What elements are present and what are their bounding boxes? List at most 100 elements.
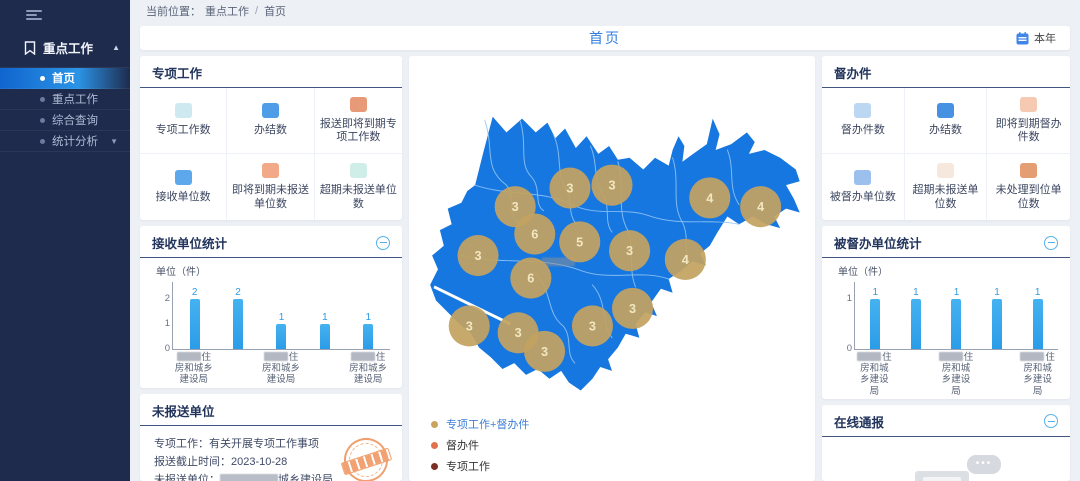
receive-unit-bar-chart: 单位（件） 01222111 住房和城乡建设局住房和城乡建设局住房和城乡建设局 (140, 258, 402, 388)
map-marker[interactable]: 6 (514, 214, 555, 255)
svg-text:3: 3 (475, 248, 482, 263)
special-work-header: 专项工作 (140, 56, 402, 88)
right-column: 督办件 督办件数 办结数 即将到期督办件数 被督办单位数 超期未报送单位数 未处… (822, 56, 1070, 481)
svg-text:4: 4 (706, 190, 713, 205)
bar: 1 (347, 282, 390, 349)
legend-item: 专项工作+督办件 (431, 416, 809, 432)
supervised-unit-chart-header: 被督办单位统计 (822, 226, 1070, 258)
stat-supervise-completed[interactable]: 办结数 (905, 88, 988, 154)
breadcrumb: 当前位置： 重点工作 / 首页 (130, 0, 1080, 22)
sidebar-group-label: 重点工作 (43, 38, 93, 57)
stat-icon (175, 170, 192, 185)
svg-text:3: 3 (629, 301, 636, 316)
collapse-icon[interactable] (1044, 236, 1058, 250)
sidebar-collapse-icon[interactable] (0, 0, 130, 28)
stat-supervise-count[interactable]: 督办件数 (822, 88, 905, 154)
svg-text:3: 3 (515, 325, 522, 340)
bar: 1 (936, 282, 977, 349)
page-title-bar: 首页 本年 (140, 26, 1070, 50)
stat-icon (1020, 163, 1037, 178)
breadcrumb-current[interactable]: 首页 (264, 3, 286, 19)
year-filter-button[interactable]: 本年 (1016, 30, 1056, 46)
sidebar-item-statistics[interactable]: 统计分析 ▼ (0, 131, 130, 152)
stat-due-unreported-count[interactable]: 即将到期未报送单位数 (227, 154, 314, 220)
legend-dot-icon (431, 421, 438, 428)
x-axis-label: 住房和城乡建设局 (259, 352, 303, 386)
stat-icon (1020, 97, 1037, 112)
collapse-icon[interactable] (1044, 414, 1058, 428)
special-work-stats: 专项工作数 办结数 报送即将到期专项工作数 接收单位数 即将到期未报送单位数 超… (140, 88, 402, 220)
map-marker[interactable]: 3 (449, 305, 490, 346)
bar: 1 (1017, 282, 1058, 349)
map-marker[interactable]: 3 (591, 165, 632, 206)
supervise-panel: 督办件 督办件数 办结数 即将到期督办件数 被督办单位数 超期未报送单位数 未处… (822, 56, 1070, 220)
stat-supervise-due-soon[interactable]: 即将到期督办件数 (987, 88, 1070, 154)
province-map[interactable]: 3334465334633333 (415, 60, 809, 412)
stat-unhandled-units[interactable]: 未处理到位单位数 (987, 154, 1070, 220)
svg-text:4: 4 (757, 199, 764, 214)
map-marker[interactable]: 4 (689, 177, 730, 218)
stat-supervise-overdue-unreported[interactable]: 超期未报送单位数 (905, 154, 988, 220)
stat-due-soon-work-count[interactable]: 报送即将到期专项工作数 (315, 88, 402, 154)
empty-state: ••• 暂无数据 (822, 437, 1070, 481)
stat-icon (350, 163, 367, 178)
unreported-units-header: 未报送单位 (140, 394, 402, 426)
x-axis-label (216, 352, 260, 386)
svg-text:3: 3 (608, 178, 615, 193)
svg-text:4: 4 (682, 252, 689, 267)
sidebar-item-home[interactable]: 首页 (0, 68, 130, 89)
map-marker[interactable]: 3 (458, 235, 499, 276)
stat-receive-unit-count[interactable]: 接收单位数 (140, 154, 227, 220)
collapse-icon[interactable] (376, 236, 390, 250)
map-panel: 3334465334633333 专项工作+督办件 督办件 专项工作 (409, 56, 815, 481)
sidebar-group-key-work[interactable]: 重点工作 ▲ (0, 28, 130, 68)
bullet-icon (40, 97, 45, 102)
map-marker[interactable]: 4 (740, 186, 781, 227)
legend-dot-icon (431, 442, 438, 449)
map-marker[interactable]: 4 (665, 239, 706, 280)
bar: 1 (896, 282, 937, 349)
map-marker[interactable]: 5 (559, 221, 600, 262)
map-marker[interactable]: 3 (609, 230, 650, 271)
map-legend: 专项工作+督办件 督办件 专项工作 (431, 416, 809, 474)
map-marker[interactable]: 3 (524, 331, 565, 372)
stat-special-work-count[interactable]: 专项工作数 (140, 88, 227, 154)
panel-title: 专项工作 (152, 63, 202, 82)
overdue-stamp-icon (338, 432, 393, 481)
svg-text:3: 3 (589, 318, 596, 333)
supervised-unit-chart-panel: 被督办单位统计 单位（件） 0111111 住房和城乡建设局住房和城乡建设局住房… (822, 226, 1070, 399)
sidebar-item-key-work[interactable]: 重点工作 (0, 89, 130, 110)
content-grid: 专项工作 专项工作数 办结数 报送即将到期专项工作数 接收单位数 即将到期未报送… (130, 50, 1080, 481)
breadcrumb-section[interactable]: 重点工作 (205, 3, 249, 19)
bullet-icon (40, 76, 45, 81)
online-report-header: 在线通报 (822, 405, 1070, 437)
page-title: 首页 (589, 28, 621, 48)
x-axis-label (303, 352, 347, 386)
map-marker[interactable]: 3 (612, 288, 653, 329)
stat-icon (262, 103, 279, 118)
stat-icon (262, 163, 279, 178)
bullet-icon (40, 139, 45, 144)
stat-icon (854, 103, 871, 118)
panel-title: 被督办单位统计 (834, 233, 922, 252)
sidebar-item-comprehensive-query[interactable]: 综合查询 (0, 110, 130, 131)
svg-text:3: 3 (566, 180, 573, 195)
map-marker[interactable]: 6 (510, 258, 551, 299)
legend-item: 专项工作 (431, 458, 809, 474)
stat-icon (937, 103, 954, 118)
svg-text:6: 6 (527, 270, 534, 285)
left-column: 专项工作 专项工作数 办结数 报送即将到期专项工作数 接收单位数 即将到期未报送… (140, 56, 402, 481)
stat-icon (350, 97, 367, 112)
bar: 1 (977, 282, 1018, 349)
map-marker[interactable]: 3 (549, 168, 590, 209)
x-axis-label (895, 352, 936, 397)
stat-overdue-unreported-count[interactable]: 超期未报送单位数 (315, 154, 402, 220)
map-marker[interactable]: 3 (572, 305, 613, 346)
stat-icon (854, 170, 871, 185)
bullet-icon (40, 118, 45, 123)
speech-bubble-icon: ••• (967, 455, 1001, 474)
stat-supervised-units[interactable]: 被督办单位数 (822, 154, 905, 220)
panel-title: 接收单位统计 (152, 233, 227, 252)
dashboard-app: 重点工作 ▲ 首页 重点工作 综合查询 统计分析 ▼ 当前位置： 重点工作 / … (0, 0, 1080, 481)
stat-completed-count[interactable]: 办结数 (227, 88, 314, 154)
